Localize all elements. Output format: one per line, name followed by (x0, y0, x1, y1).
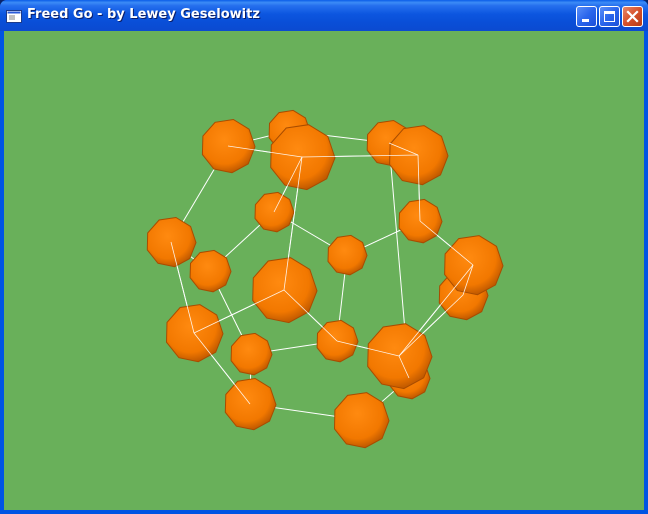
node-ball[interactable] (327, 234, 368, 276)
minimize-button[interactable] (576, 6, 597, 27)
close-icon (626, 10, 639, 23)
node-ball[interactable] (254, 191, 295, 233)
node-ball[interactable] (189, 249, 232, 293)
node-ball[interactable] (333, 392, 390, 449)
node-ball[interactable] (146, 216, 197, 268)
app-icon[interactable] (6, 8, 22, 23)
maximize-icon (604, 11, 615, 22)
render-viewport[interactable] (4, 31, 644, 510)
dodecahedron-scene[interactable] (4, 31, 644, 510)
app-window: Freed Go - by Lewey Geselowitz (0, 0, 648, 514)
node-ball[interactable] (165, 304, 224, 363)
node-ball[interactable] (224, 377, 277, 431)
node-ball[interactable] (230, 332, 273, 376)
node-ball[interactable] (444, 235, 504, 296)
maximize-button[interactable] (599, 6, 620, 27)
minimize-icon (582, 19, 589, 22)
window-title: Freed Go - by Lewey Geselowitz (27, 7, 260, 22)
node-group (146, 109, 504, 449)
close-button[interactable] (622, 6, 643, 27)
title-bar[interactable]: Freed Go - by Lewey Geselowitz (0, 0, 648, 31)
